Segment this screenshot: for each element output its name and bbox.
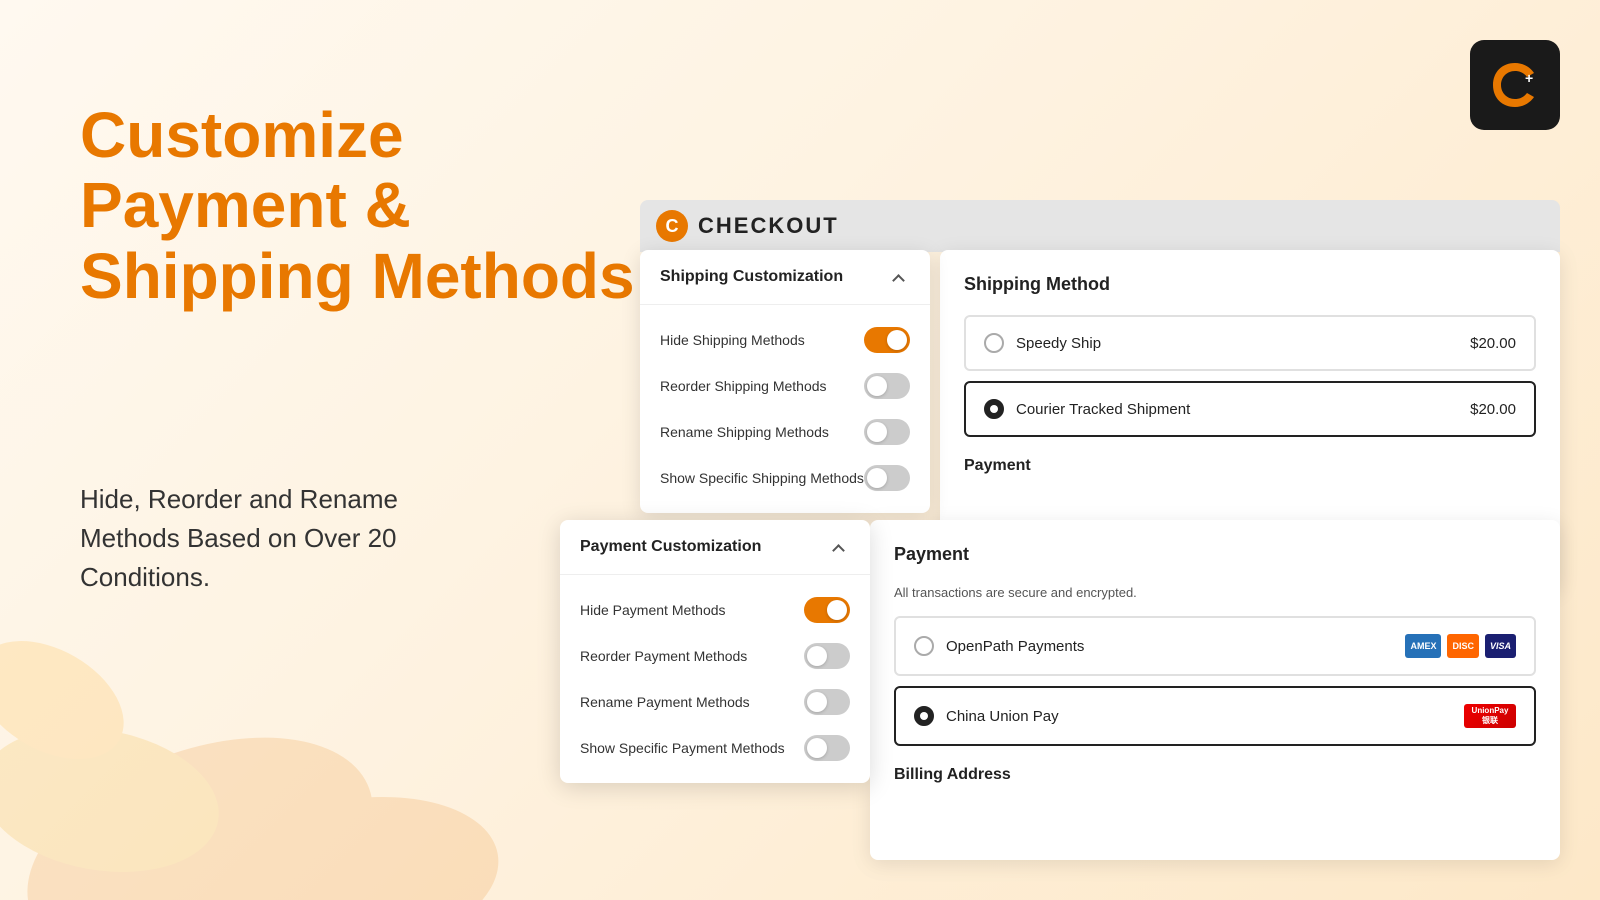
reorder-shipping-label: Reorder Shipping Methods — [660, 378, 864, 394]
billing-section-label: Billing Address — [894, 766, 1536, 784]
payment-method-title: Payment — [894, 544, 1536, 565]
shipping-method-title: Shipping Method — [964, 274, 1536, 295]
radio-unionpay[interactable] — [914, 706, 934, 726]
radio-speedy-ship[interactable] — [984, 333, 1004, 353]
shipping-price-1: $20.00 — [1470, 335, 1516, 352]
rename-payment-toggle[interactable] — [804, 689, 850, 715]
hide-shipping-thumb — [887, 330, 907, 350]
show-specific-shipping-label: Show Specific Shipping Methods — [660, 470, 864, 486]
checkout-bar: C CHECKOUT — [640, 200, 1560, 252]
payment-customization-panel: Payment Customization Hide Payment Metho… — [560, 520, 870, 783]
payment-unionpay-left: China Union Pay — [914, 706, 1059, 726]
hero-title: Customize Payment & Shipping Methods — [80, 100, 635, 311]
payment-section-label: Payment — [964, 457, 1536, 475]
show-specific-payment-thumb — [807, 738, 827, 758]
shipping-price-2: $20.00 — [1470, 401, 1516, 418]
rename-shipping-toggle[interactable] — [864, 419, 910, 445]
hero-title-line2: Payment & — [80, 170, 635, 240]
app-logo: + — [1470, 40, 1560, 130]
payment-name-unionpay: China Union Pay — [946, 708, 1059, 725]
amex-badge: AMEX — [1405, 634, 1441, 658]
payment-panel-collapse-icon[interactable] — [832, 538, 850, 556]
shipping-row-show-specific: Show Specific Shipping Methods — [640, 455, 930, 501]
payment-name-openpath: OpenPath Payments — [946, 638, 1084, 655]
payment-option-openpath[interactable]: OpenPath Payments AMEX DISC VISA — [894, 616, 1536, 676]
svg-text:+: + — [1525, 70, 1533, 86]
shipping-panel-header: Shipping Customization — [640, 250, 930, 305]
shipping-panel-title: Shipping Customization — [660, 268, 843, 286]
hero-title-line3: Shipping Methods — [80, 241, 635, 311]
checkout-title: CHECKOUT — [698, 213, 839, 239]
hide-payment-toggle[interactable] — [804, 597, 850, 623]
ui-demo-area: C CHECKOUT Shipping Method Speedy Ship $… — [560, 200, 1560, 880]
discover-badge: DISC — [1447, 634, 1479, 658]
payment-method-panel: Payment All transactions are secure and … — [870, 520, 1560, 860]
payment-row-rename: Rename Payment Methods — [560, 679, 870, 725]
hero-title-line1: Customize — [80, 100, 635, 170]
logo-icon: + — [1485, 55, 1545, 115]
hide-shipping-toggle[interactable] — [864, 327, 910, 353]
shipping-name-2: Courier Tracked Shipment — [1016, 401, 1190, 418]
shipping-option-1-left: Speedy Ship — [984, 333, 1101, 353]
hide-payment-label: Hide Payment Methods — [580, 602, 804, 618]
show-specific-shipping-thumb — [867, 468, 887, 488]
hero-section: Customize Payment & Shipping Methods — [80, 100, 635, 311]
show-specific-payment-toggle[interactable] — [804, 735, 850, 761]
rename-shipping-label: Rename Shipping Methods — [660, 424, 864, 440]
payment-panel-title: Payment Customization — [580, 538, 761, 556]
rename-shipping-thumb — [867, 422, 887, 442]
shipping-name-1: Speedy Ship — [1016, 335, 1101, 352]
reorder-payment-thumb — [807, 646, 827, 666]
shipping-row-reorder: Reorder Shipping Methods — [640, 363, 930, 409]
payment-panel-header: Payment Customization — [560, 520, 870, 575]
payment-row-reorder: Reorder Payment Methods — [560, 633, 870, 679]
hide-payment-thumb — [827, 600, 847, 620]
payment-openpath-left: OpenPath Payments — [914, 636, 1084, 656]
unionpay-badge: UnionPay 银联 — [1464, 704, 1516, 728]
unionpay-badges: UnionPay 银联 — [1464, 704, 1516, 728]
shipping-panel-body: Hide Shipping Methods Reorder Shipping M… — [640, 305, 930, 513]
show-specific-payment-label: Show Specific Payment Methods — [580, 740, 804, 756]
payment-panel-body: Hide Payment Methods Reorder Payment Met… — [560, 575, 870, 783]
payment-row-show-specific: Show Specific Payment Methods — [560, 725, 870, 771]
shipping-row-rename: Rename Shipping Methods — [640, 409, 930, 455]
reorder-shipping-thumb — [867, 376, 887, 396]
visa-badge: VISA — [1485, 634, 1516, 658]
show-specific-shipping-toggle[interactable] — [864, 465, 910, 491]
openpath-card-badges: AMEX DISC VISA — [1405, 634, 1516, 658]
shipping-panel-collapse-icon[interactable] — [892, 268, 910, 286]
rename-payment-thumb — [807, 692, 827, 712]
reorder-payment-label: Reorder Payment Methods — [580, 648, 804, 664]
shipping-option-1[interactable]: Speedy Ship $20.00 — [964, 315, 1536, 371]
payment-row-hide: Hide Payment Methods — [560, 587, 870, 633]
shipping-option-2[interactable]: Courier Tracked Shipment $20.00 — [964, 381, 1536, 437]
checkout-logo-icon: C — [656, 210, 688, 242]
reorder-payment-toggle[interactable] — [804, 643, 850, 669]
radio-openpath[interactable] — [914, 636, 934, 656]
hero-subtitle: Hide, Reorder and Rename Methods Based o… — [80, 480, 460, 597]
shipping-customization-panel: Shipping Customization Hide Shipping Met… — [640, 250, 930, 513]
shipping-option-2-left: Courier Tracked Shipment — [984, 399, 1190, 419]
shipping-row-hide: Hide Shipping Methods — [640, 317, 930, 363]
reorder-shipping-toggle[interactable] — [864, 373, 910, 399]
payment-secure-text: All transactions are secure and encrypte… — [894, 585, 1536, 600]
payment-option-unionpay[interactable]: China Union Pay UnionPay 银联 — [894, 686, 1536, 746]
radio-courier[interactable] — [984, 399, 1004, 419]
rename-payment-label: Rename Payment Methods — [580, 694, 804, 710]
hide-shipping-label: Hide Shipping Methods — [660, 332, 864, 348]
